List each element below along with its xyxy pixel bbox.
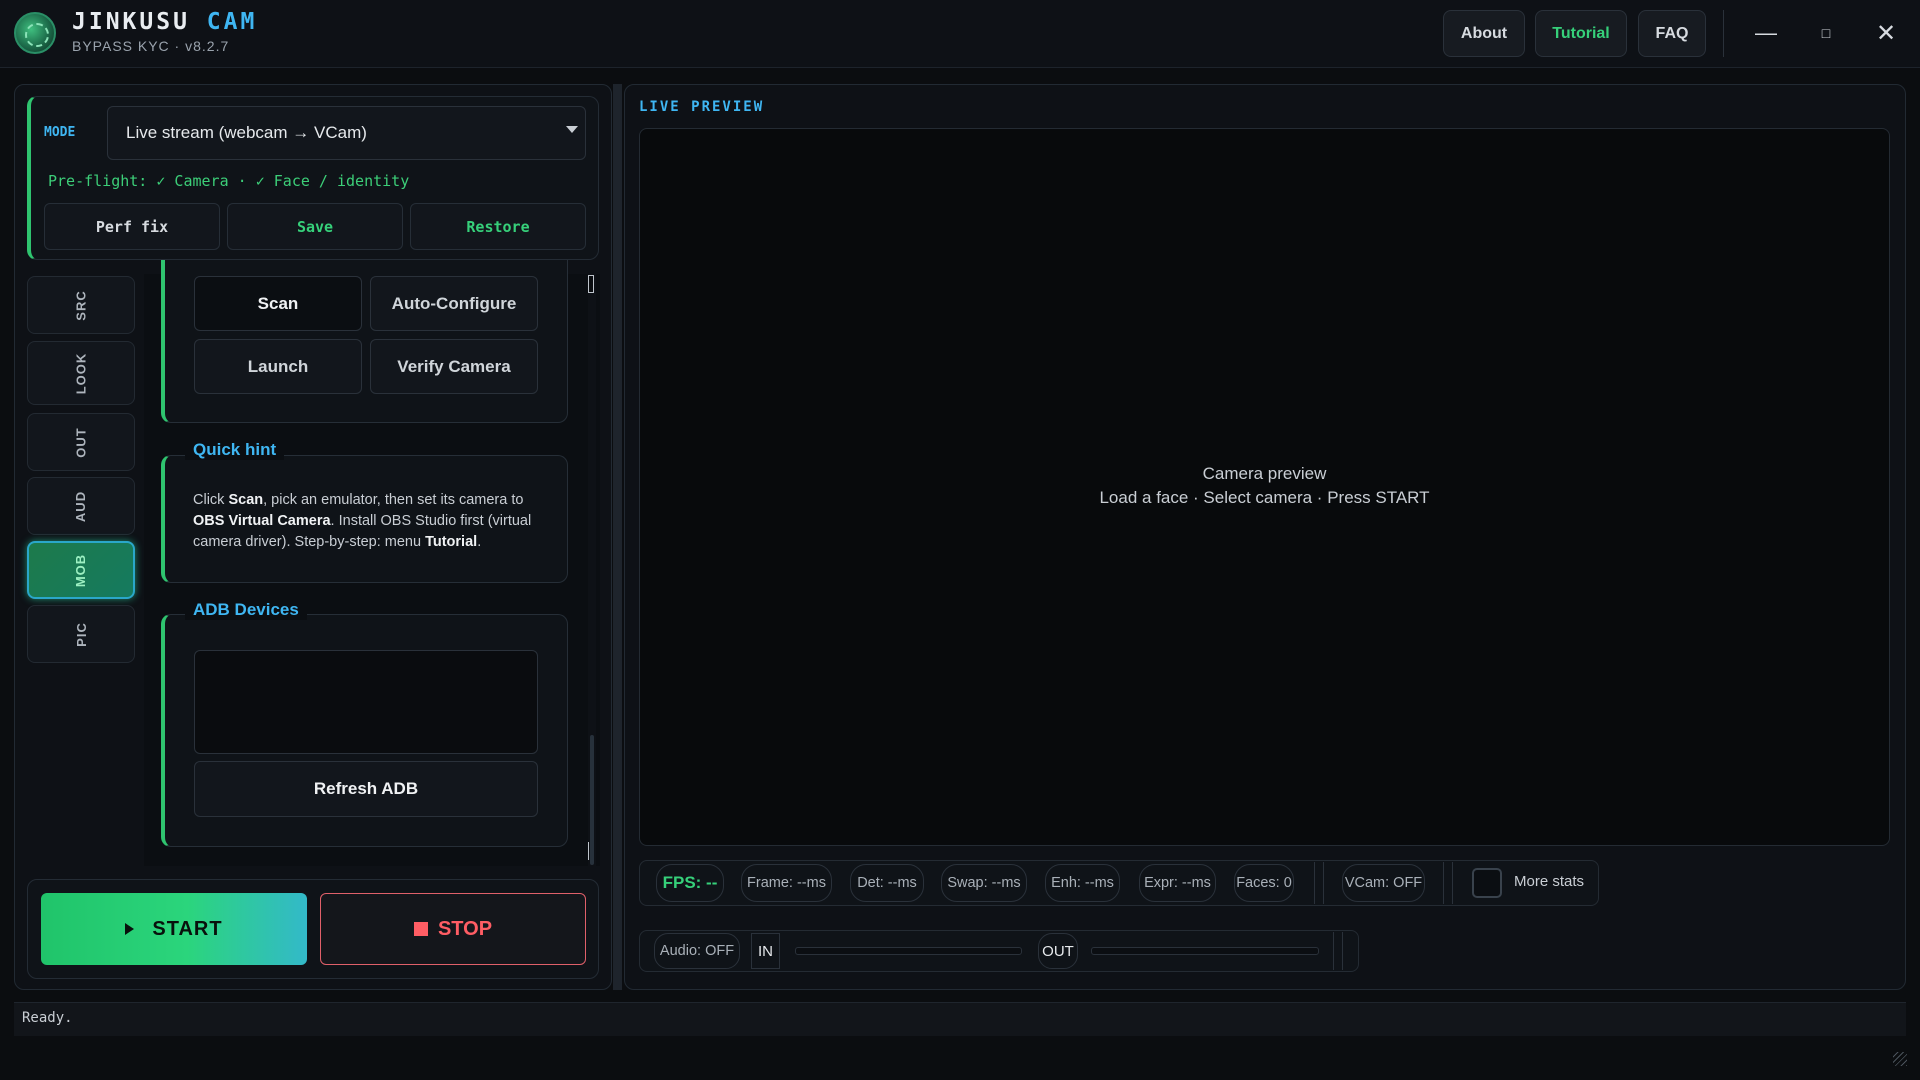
audio-in-meter xyxy=(795,947,1022,955)
stats-divider xyxy=(1314,862,1324,904)
expr-stat: Expr: --ms xyxy=(1139,864,1216,902)
status-text: Ready. xyxy=(22,1010,73,1026)
more-stats-label[interactable]: More stats xyxy=(1514,873,1586,890)
adb-devices-title: ADB Devices xyxy=(185,600,307,620)
hint-text-part: , pick an emulator, then set its camera … xyxy=(263,492,524,508)
faq-button[interactable]: FAQ xyxy=(1638,10,1706,57)
maximize-icon[interactable]: □ xyxy=(1808,18,1844,48)
save-button[interactable]: Save xyxy=(227,203,403,250)
launch-button[interactable]: Launch xyxy=(194,339,362,394)
refresh-adb-button[interactable]: Refresh ADB xyxy=(194,761,538,817)
title-bar xyxy=(0,0,1920,68)
play-icon xyxy=(125,923,135,935)
camera-preview-area xyxy=(639,128,1890,846)
audio-out-label: OUT xyxy=(1038,933,1078,969)
titlebar-divider xyxy=(1723,10,1724,57)
hint-text-bold: Scan xyxy=(228,492,264,508)
app-name: JINKUSU CAM xyxy=(72,9,257,35)
live-preview-title: LIVE PREVIEW xyxy=(639,99,765,115)
fps-stat: FPS: -- xyxy=(656,864,724,902)
tab-pic[interactable]: PIC xyxy=(27,605,135,663)
tab-out-label: OUT xyxy=(73,426,89,458)
frame-stat: Frame: --ms xyxy=(741,864,832,902)
tab-look[interactable]: LOOK xyxy=(27,341,135,405)
stop-label: STOP xyxy=(437,917,493,940)
verify-camera-button[interactable]: Verify Camera xyxy=(370,339,538,394)
chevron-down-icon[interactable] xyxy=(566,126,578,133)
tab-src-label: SRC xyxy=(73,289,89,321)
scan-button[interactable]: Scan xyxy=(194,276,362,331)
stats-divider xyxy=(1443,862,1453,904)
tab-src[interactable]: SRC xyxy=(27,276,135,334)
panel-splitter[interactable] xyxy=(613,84,622,990)
start-label: START xyxy=(152,917,223,940)
tab-mob[interactable]: MOB xyxy=(27,541,135,599)
status-bar xyxy=(14,1002,1906,1036)
stop-button[interactable]: STOP xyxy=(320,893,586,965)
more-stats-checkbox[interactable] xyxy=(1472,868,1502,898)
resize-grip-icon[interactable] xyxy=(1893,1052,1907,1066)
audio-in-label: IN xyxy=(751,933,780,969)
minimize-icon[interactable]: — xyxy=(1748,18,1784,48)
stop-icon xyxy=(413,922,428,936)
auto-configure-button[interactable]: Auto-Configure xyxy=(370,276,538,331)
quick-hint-title: Quick hint xyxy=(185,440,285,460)
app-logo-icon xyxy=(14,12,56,54)
start-button[interactable]: START xyxy=(41,893,307,965)
audio-row-divider xyxy=(1333,932,1343,970)
mode-select[interactable]: Live stream (webcam → VCam) xyxy=(107,106,586,160)
preflight-status: Pre-flight: ✓ Camera · ✓ Face / identity xyxy=(48,172,410,190)
app-name-accent: CAM xyxy=(206,9,258,35)
tutorial-button[interactable]: Tutorial xyxy=(1535,10,1627,57)
hint-text-part: Click xyxy=(193,492,229,508)
tab-pic-label: PIC xyxy=(73,621,89,647)
preview-placeholder-title: Camera preview xyxy=(1202,464,1327,483)
hint-text-part: . xyxy=(477,534,482,550)
adb-device-list[interactable] xyxy=(194,650,538,754)
quick-hint-text: Click Scan, pick an emulator, then set i… xyxy=(193,490,553,553)
det-stat: Det: --ms xyxy=(850,864,924,902)
preview-placeholder-steps: Load a face · Select camera · Press STAR… xyxy=(1099,488,1430,507)
tab-mob-label: MOB xyxy=(73,553,89,587)
hint-text-bold: OBS Virtual Camera xyxy=(193,513,331,529)
audio-out-meter xyxy=(1091,947,1319,955)
scrollbar-top-marker xyxy=(588,275,594,293)
hint-text-bold: Tutorial xyxy=(425,534,478,550)
about-button[interactable]: About xyxy=(1443,10,1525,57)
restore-button[interactable]: Restore xyxy=(410,203,586,250)
close-icon[interactable]: ✕ xyxy=(1868,18,1904,48)
enh-stat: Enh: --ms xyxy=(1045,864,1120,902)
swap-stat: Swap: --ms xyxy=(941,864,1027,902)
app-name-text: JINKUSU xyxy=(72,9,190,35)
tab-aud-label: AUD xyxy=(73,490,89,522)
mode-label: MODE xyxy=(44,125,76,140)
app-subtitle: BYPASS KYC · v8.2.7 xyxy=(72,38,230,54)
faces-stat: Faces: 0 xyxy=(1234,864,1294,902)
audio-state: Audio: OFF xyxy=(654,933,740,969)
tab-aud[interactable]: AUD xyxy=(27,477,135,535)
scrollbar-bottom-marker xyxy=(588,842,594,860)
vcam-stat: VCam: OFF xyxy=(1342,864,1425,902)
tab-out[interactable]: OUT xyxy=(27,413,135,471)
tab-look-label: LOOK xyxy=(73,352,89,394)
perf-fix-button[interactable]: Perf fix xyxy=(44,203,220,250)
